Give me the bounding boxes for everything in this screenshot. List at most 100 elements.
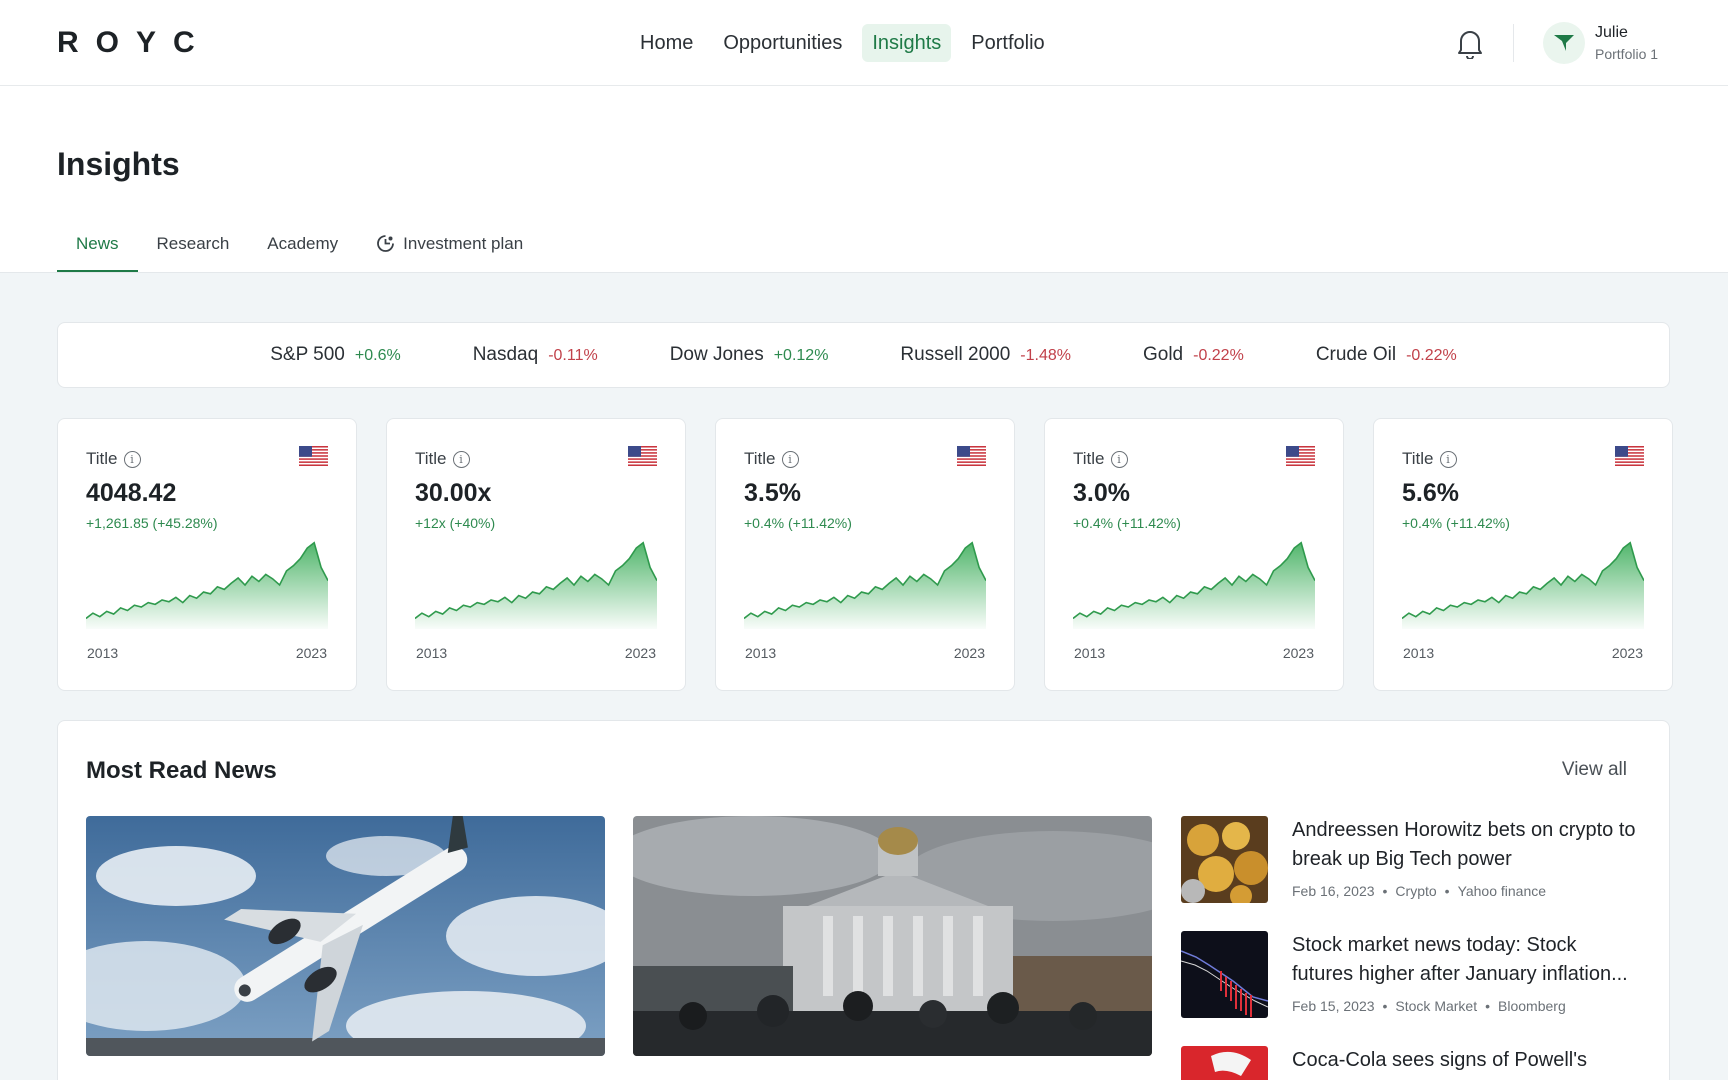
ticker-change: -0.22%: [1193, 347, 1244, 364]
ticker-item[interactable]: Russell 2000 -1.48%: [900, 344, 1071, 366]
info-icon[interactable]: i: [123, 450, 141, 468]
news-thumbnail: [1181, 931, 1268, 1018]
ticker-name: Dow Jones: [669, 344, 764, 365]
ticker-name: Russell 2000: [900, 344, 1011, 365]
card-title: Title i: [1402, 449, 1457, 469]
view-all-link[interactable]: View all: [1562, 759, 1627, 781]
card-sparkline: [744, 541, 986, 629]
user-portfolio[interactable]: Portfolio 1: [1595, 46, 1658, 62]
metric-card[interactable]: Title i 5.6% +0.4% (+11.42%) 2013 2023: [1373, 418, 1673, 691]
us-flag-icon: [957, 446, 986, 466]
ticker-change: +0.12%: [773, 347, 829, 364]
nav-home[interactable]: Home: [630, 24, 703, 62]
metric-card[interactable]: Title i 30.00x +12x (+40%) 2013 2023: [386, 418, 686, 691]
insights-tabs: News Research Academy Investment plan: [57, 234, 542, 272]
card-title-text: Title: [415, 449, 447, 468]
ticker-item[interactable]: S&P 500 +0.6%: [270, 344, 400, 366]
news-meta: Feb 15, 2023 • Stock Market • Bloomberg: [1292, 998, 1566, 1014]
metric-cards: Title i 4048.42 +1,261.85 (+45.28%) 2013…: [57, 418, 1673, 691]
tab-investment-plan[interactable]: Investment plan: [357, 234, 542, 272]
nav-insights[interactable]: Insights: [862, 24, 952, 62]
news-date: Feb 15, 2023: [1292, 998, 1375, 1014]
card-title-text: Title: [1402, 449, 1434, 468]
info-icon[interactable]: i: [1110, 450, 1128, 468]
funnel-icon: [1554, 35, 1574, 51]
ticker-name: Nasdaq: [472, 344, 539, 365]
card-axis-start: 2013: [1074, 645, 1106, 661]
news-category: Crypto: [1395, 883, 1437, 899]
card-axis-end: 2023: [295, 645, 327, 661]
sparkline-area: [744, 542, 986, 629]
info-icon[interactable]: i: [781, 450, 799, 468]
coca-cola-thumbnail: [1181, 1046, 1268, 1080]
tab-research[interactable]: Research: [138, 234, 249, 272]
featured-news-capitol[interactable]: [633, 816, 1152, 1056]
page-title: Insights: [57, 146, 180, 182]
us-flag-icon: [1286, 446, 1315, 466]
nav-opportunities[interactable]: Opportunities: [713, 24, 852, 62]
market-ticker: S&P 500 +0.6% Nasdaq -0.11% Dow Jones +0.12…: [57, 322, 1670, 388]
main-nav: Home Opportunities Insights Portfolio: [630, 24, 1055, 62]
nav-portfolio[interactable]: Portfolio: [961, 24, 1054, 62]
ticker-item[interactable]: Dow Jones +0.12%: [670, 344, 829, 366]
us-flag-icon: [299, 446, 328, 466]
ticker-item[interactable]: Nasdaq -0.11%: [473, 344, 598, 366]
info-icon[interactable]: i: [452, 450, 470, 468]
info-icon[interactable]: i: [1439, 450, 1457, 468]
avatar[interactable]: [1543, 22, 1585, 64]
news-meta: Feb 16, 2023 • Crypto • Yahoo finance: [1292, 883, 1547, 899]
royc-logo[interactable]: ROYC: [57, 26, 212, 60]
card-axis-end: 2023: [1282, 645, 1314, 661]
airplane-photo: [86, 816, 605, 1056]
ticker-item[interactable]: Crude Oil -0.22%: [1316, 344, 1457, 366]
capitol-protest-photo: [633, 816, 1152, 1056]
bell-icon[interactable]: [1456, 27, 1484, 59]
ticker-change: -1.48%: [1020, 347, 1071, 364]
news-thumbnail: [1181, 816, 1268, 903]
card-change: +12x (+40%): [415, 515, 496, 531]
metric-card[interactable]: Title i 3.5% +0.4% (+11.42%) 2013 2023: [715, 418, 1015, 691]
header-divider: [1513, 24, 1514, 62]
card-axis-end: 2023: [624, 645, 656, 661]
card-value: 30.00x: [415, 479, 492, 507]
card-title-text: Title: [86, 449, 118, 468]
ticker-name: S&P 500: [270, 344, 345, 365]
top-navigation-bar: ROYC Home Opportunities Insights Portfol…: [0, 0, 1728, 86]
news-source: Yahoo finance: [1457, 883, 1547, 899]
ticker-name: Crude Oil: [1315, 344, 1397, 365]
news-section-title: Most Read News: [86, 757, 277, 784]
news-category: Stock Market: [1395, 998, 1478, 1014]
user-name[interactable]: Julie: [1595, 24, 1628, 42]
featured-news-airplane[interactable]: [86, 816, 605, 1056]
news-thumbnail: [1181, 1046, 1268, 1080]
card-sparkline: [86, 541, 328, 629]
card-axis-start: 2013: [745, 645, 777, 661]
metric-card[interactable]: Title i 4048.42 +1,261.85 (+45.28%) 2013…: [57, 418, 357, 691]
card-value: 3.5%: [744, 479, 801, 507]
sparkline-area: [86, 542, 328, 629]
card-title: Title i: [86, 449, 141, 469]
ticker-change: -0.22%: [1406, 347, 1457, 364]
card-sparkline: [415, 541, 657, 629]
card-title: Title i: [415, 449, 470, 469]
ticker-item[interactable]: Gold -0.22%: [1143, 344, 1244, 366]
card-change: +0.4% (+11.42%): [744, 515, 852, 531]
us-flag-icon: [1615, 446, 1644, 466]
us-flag-icon: [628, 446, 657, 466]
sparkline-area: [1073, 542, 1315, 629]
card-title: Title i: [1073, 449, 1128, 469]
tab-academy-label: Academy: [267, 234, 339, 253]
sparkline-area: [415, 542, 657, 629]
card-axis-start: 2013: [87, 645, 119, 661]
metric-card[interactable]: Title i 3.0% +0.4% (+11.42%) 2013 2023: [1044, 418, 1344, 691]
news-source: Bloomberg: [1498, 998, 1566, 1014]
card-axis-start: 2013: [416, 645, 448, 661]
ticker-change: -0.11%: [548, 347, 598, 364]
page-header: Insights News Research Academy Investmen…: [0, 86, 1728, 273]
tab-news[interactable]: News: [57, 234, 138, 272]
tab-research-label: Research: [156, 234, 230, 253]
news-headline: Stock market news today: Stock futures h…: [1292, 934, 1628, 985]
card-axis-start: 2013: [1403, 645, 1435, 661]
tab-academy[interactable]: Academy: [248, 234, 357, 272]
ticker-change: +0.6%: [354, 347, 401, 364]
